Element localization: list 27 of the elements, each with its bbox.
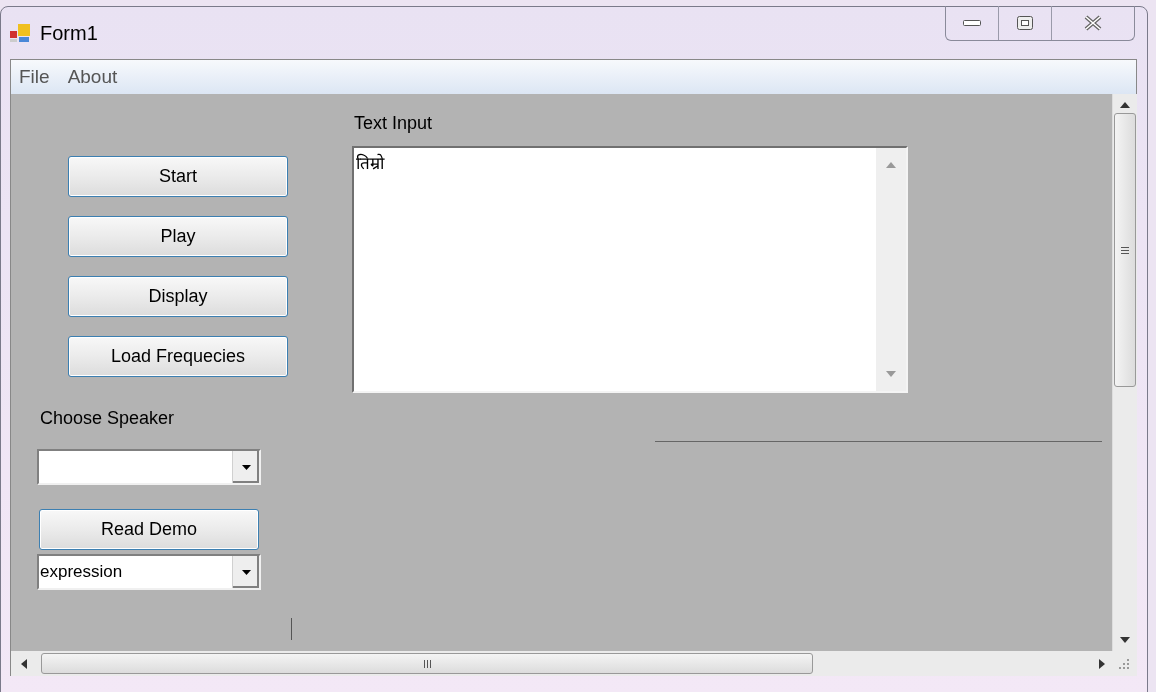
dropdown-arrow-icon [241,569,251,575]
window-title: Form1 [40,21,98,45]
scroll-up-icon[interactable] [1120,102,1130,108]
null[interactable]: Load Frequecies [68,336,288,377]
scroll-left-icon[interactable] [21,658,27,669]
app-icon [10,23,32,43]
null[interactable]: Start [68,156,288,197]
choose-speaker-label: Choose Speaker [40,408,176,429]
null[interactable]: Play [68,216,288,257]
scrollbar-thumb[interactable] [41,653,813,674]
read-demo-button[interactable]: Read Demo [39,509,259,550]
menu-item[interactable]: About [65,66,120,88]
speaker-dropdown[interactable] [37,449,261,485]
grip-icon [1121,246,1129,254]
maximize-icon [1017,16,1033,30]
minimize-icon [963,20,981,26]
grip-icon [423,659,431,668]
close-icon [1083,15,1103,31]
scrollbar-thumb[interactable] [1114,113,1136,387]
text-input-label: Text Input [354,113,434,134]
null[interactable]: Display [68,276,288,317]
menu-item[interactable]: File [17,66,52,88]
dropdown-arrow-icon [241,464,251,470]
expression-dropdown[interactable]: expression [37,554,261,590]
resize-grip-icon[interactable] [1119,658,1129,669]
scroll-right-icon[interactable] [1099,658,1105,669]
scroll-down-icon[interactable] [1120,637,1130,643]
